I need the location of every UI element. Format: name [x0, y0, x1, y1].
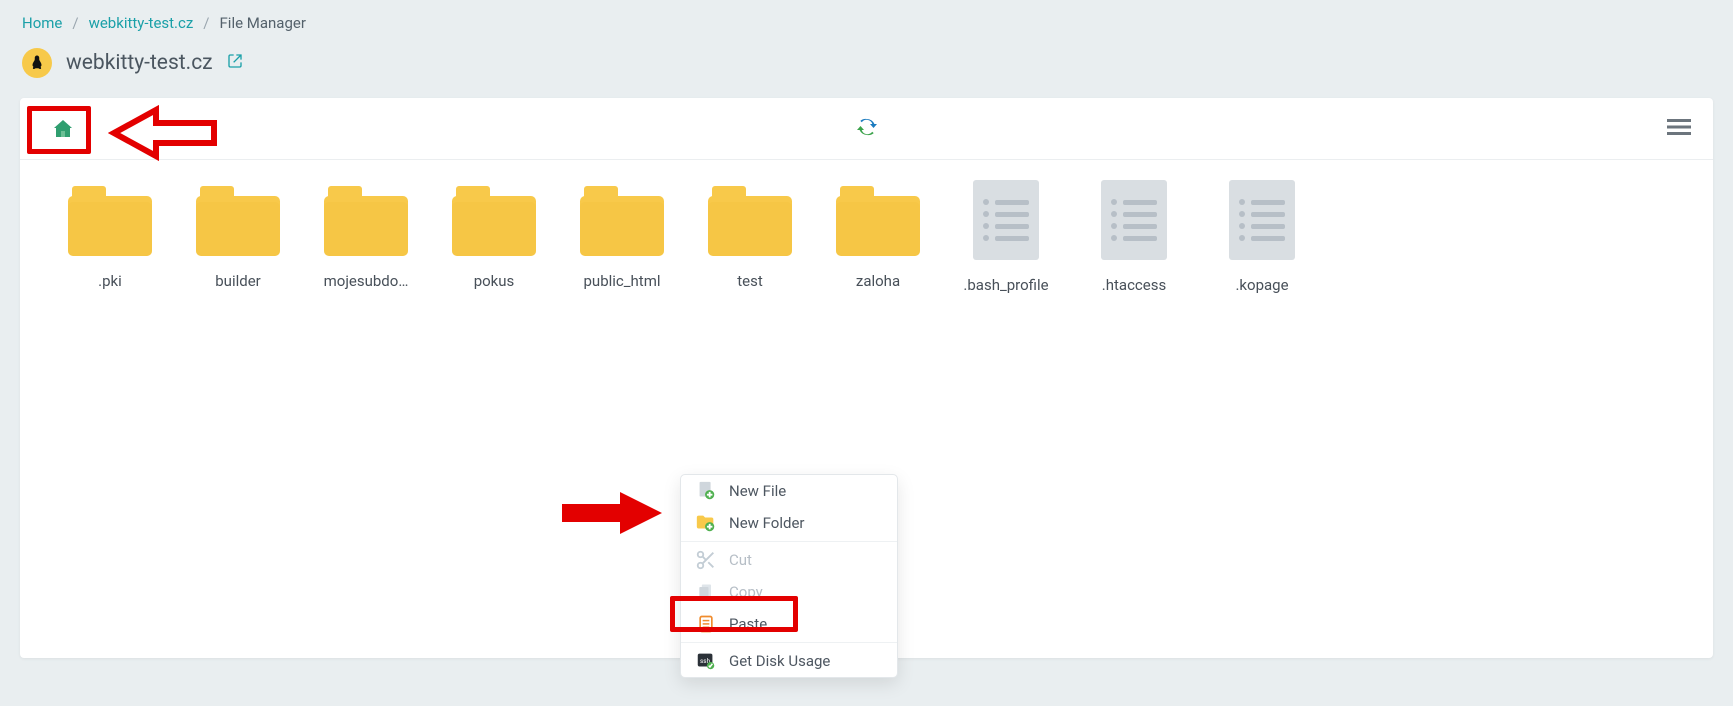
item-name: mojesubdo…: [324, 272, 409, 290]
breadcrumb-home[interactable]: Home: [22, 14, 62, 32]
ctx-new-file[interactable]: New File: [681, 475, 897, 507]
file-item[interactable]: .htaccess: [1070, 186, 1198, 294]
ctx-label: New File: [729, 482, 786, 500]
folder-icon: [452, 186, 536, 256]
folder-icon: [580, 186, 664, 256]
ctx-label: New Folder: [729, 514, 804, 532]
folder-item[interactable]: builder: [174, 186, 302, 294]
ctx-label: Paste: [729, 615, 767, 633]
item-name: .pki: [98, 272, 122, 290]
ctx-separator: [681, 541, 897, 542]
item-name: pokus: [474, 272, 515, 290]
folder-item[interactable]: mojesubdo…: [302, 186, 430, 294]
linux-icon: [22, 48, 52, 78]
ctx-label: Get Disk Usage: [729, 652, 830, 670]
home-button[interactable]: [34, 108, 92, 150]
folder-item[interactable]: public_html: [558, 186, 686, 294]
breadcrumb-sep-icon: /: [203, 14, 209, 32]
annotation-arrow-icon: [560, 490, 664, 536]
menu-button[interactable]: [1667, 115, 1691, 143]
ctx-copy: Copy: [681, 576, 897, 608]
item-name: builder: [215, 272, 260, 290]
item-name: .kopage: [1235, 276, 1288, 294]
item-name: zaloha: [856, 272, 900, 290]
file-manager-panel: .pki builder mojesubdo… pokus public_htm…: [20, 98, 1713, 658]
disk-usage-icon: ssh: [695, 650, 717, 672]
clipboard-icon: [695, 613, 717, 635]
external-link-icon[interactable]: [227, 53, 243, 73]
folder-item[interactable]: .pki: [46, 186, 174, 294]
home-icon: [51, 117, 75, 141]
item-name: .bash_profile: [963, 276, 1048, 294]
folder-icon: [324, 186, 408, 256]
ctx-label: Cut: [729, 551, 752, 569]
file-icon: [1229, 180, 1295, 260]
ctx-new-folder[interactable]: New Folder: [681, 507, 897, 539]
folder-icon: [68, 186, 152, 256]
folder-icon: [836, 186, 920, 256]
folder-icon: [708, 186, 792, 256]
ctx-label: Copy: [729, 583, 763, 601]
copy-icon: [695, 581, 717, 603]
refresh-button[interactable]: [855, 115, 879, 143]
page-title-row: webkitty-test.cz: [0, 40, 1733, 98]
item-name: test: [737, 272, 763, 290]
file-icon: [973, 180, 1039, 260]
refresh-icon: [855, 115, 879, 139]
ctx-paste[interactable]: Paste: [681, 608, 897, 640]
file-icon: [1101, 180, 1167, 260]
ctx-disk-usage[interactable]: ssh Get Disk Usage: [681, 645, 897, 677]
item-name: .htaccess: [1102, 276, 1166, 294]
folder-item[interactable]: pokus: [430, 186, 558, 294]
breadcrumb-page: File Manager: [220, 14, 306, 32]
folder-item[interactable]: zaloha: [814, 186, 942, 294]
folder-item[interactable]: test: [686, 186, 814, 294]
breadcrumb-domain[interactable]: webkitty-test.cz: [89, 14, 194, 32]
file-item[interactable]: .kopage: [1198, 186, 1326, 294]
file-item[interactable]: .bash_profile: [942, 186, 1070, 294]
new-folder-icon: [695, 512, 717, 534]
scissors-icon: [695, 549, 717, 571]
hamburger-icon: [1667, 115, 1691, 139]
files-grid: .pki builder mojesubdo… pokus public_htm…: [20, 160, 1713, 334]
item-name: public_html: [584, 272, 661, 290]
breadcrumb: Home / webkitty-test.cz / File Manager: [0, 0, 1733, 40]
ctx-separator: [681, 642, 897, 643]
folder-icon: [196, 186, 280, 256]
ctx-cut: Cut: [681, 544, 897, 576]
toolbar: [20, 98, 1713, 160]
page-title: webkitty-test.cz: [66, 51, 213, 75]
breadcrumb-sep-icon: /: [72, 14, 78, 32]
new-file-icon: [695, 480, 717, 502]
context-menu: New File New Folder Cut Copy Paste: [680, 474, 898, 678]
